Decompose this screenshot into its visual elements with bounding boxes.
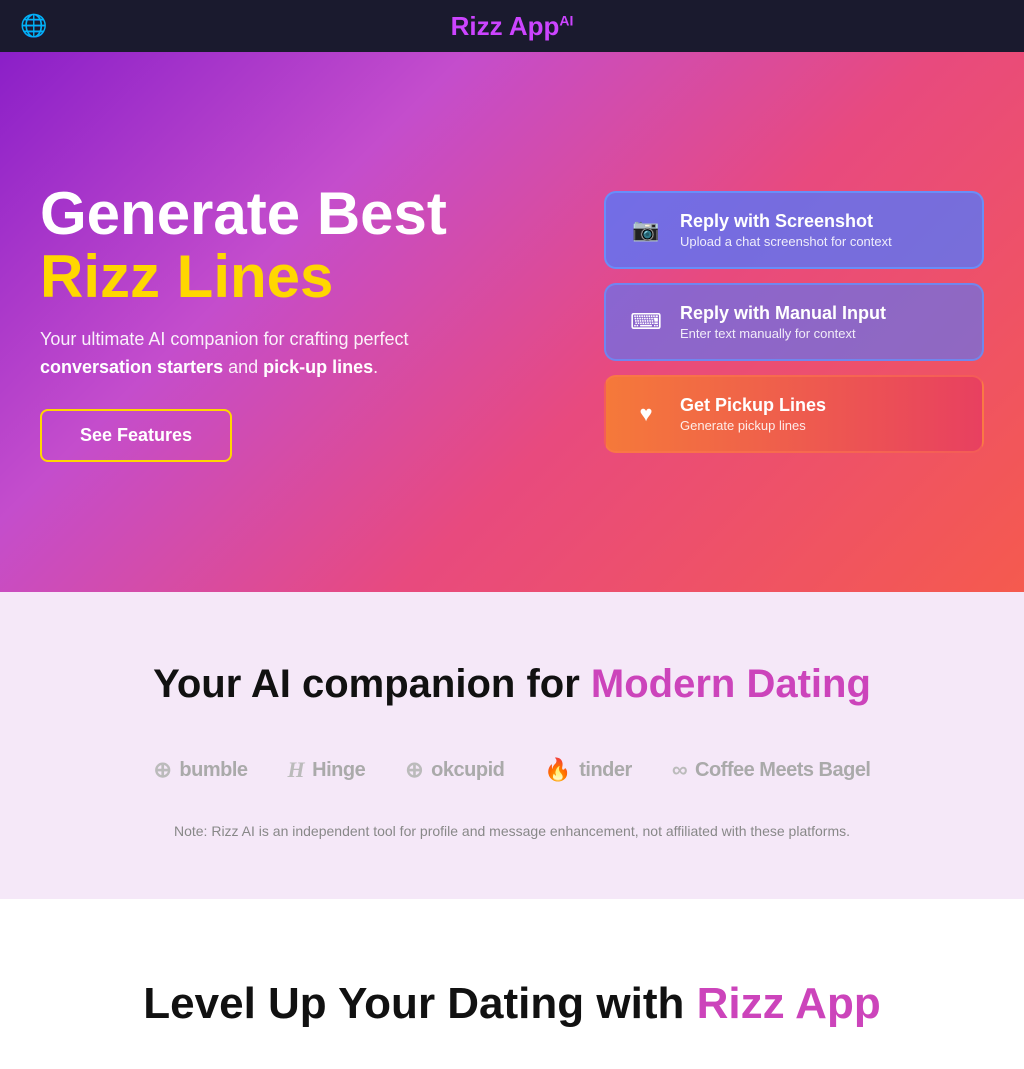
reply-screenshot-button[interactable]: 📷 Reply with Screenshot Upload a chat sc… [604, 191, 984, 269]
hero-desc-suffix: . [373, 357, 378, 377]
hinge-icon: H [288, 757, 305, 783]
hero-description: Your ultimate AI companion for crafting … [40, 326, 420, 382]
hero-desc-bold2: pick-up lines [263, 357, 373, 377]
manual-card-subtitle: Enter text manually for context [680, 326, 886, 341]
modern-dating-title-plain: Your AI companion for [153, 662, 591, 706]
title-rizz: Rizz App [451, 11, 560, 41]
cmb-label: Coffee Meets Bagel [695, 759, 871, 782]
hero-desc-bold1: conversation starters [40, 357, 223, 377]
hinge-label: Hinge [312, 759, 365, 782]
hero-section: Generate Best Rizz Lines Your ultimate A… [0, 52, 1024, 592]
level-up-colored: Rizz App [697, 979, 881, 1028]
hero-heading-line2: Best [317, 180, 447, 247]
hero-right: 📷 Reply with Screenshot Upload a chat sc… [604, 191, 984, 453]
level-up-title: Level Up Your Dating with Rizz App [40, 979, 984, 1029]
hero-desc-and: and [223, 357, 263, 377]
level-up-section: Level Up Your Dating with Rizz App [0, 899, 1024, 1069]
bumble-icon: ⊕ [153, 757, 171, 783]
navbar: 🌐 Rizz AppAI [0, 0, 1024, 52]
hero-left: Generate Best Rizz Lines Your ultimate A… [40, 182, 604, 463]
platform-hinge: H Hinge [288, 757, 366, 783]
manual-card-title: Reply with Manual Input [680, 303, 886, 324]
screenshot-card-title: Reply with Screenshot [680, 211, 892, 232]
pickup-card-text: Get Pickup Lines Generate pickup lines [680, 395, 826, 433]
platform-tinder: 🔥 tinder [544, 757, 631, 783]
modern-dating-title-colored: Modern Dating [591, 662, 871, 706]
title-ai-sup: AI [559, 12, 573, 28]
modern-dating-title: Your AI companion for Modern Dating [40, 662, 984, 707]
see-features-button[interactable]: See Features [40, 409, 232, 462]
platform-note: Note: Rizz AI is an independent tool for… [172, 823, 852, 839]
cmb-icon: ∞ [672, 757, 687, 783]
pickup-card-title: Get Pickup Lines [680, 395, 826, 416]
platform-bumble: ⊕ bumble [153, 757, 247, 783]
platform-cmb: ∞ Coffee Meets Bagel [672, 757, 871, 783]
okcupid-icon: ⊕ [405, 757, 423, 783]
bumble-label: bumble [179, 759, 247, 782]
get-pickup-lines-button[interactable]: ♥ Get Pickup Lines Generate pickup lines [604, 375, 984, 453]
modern-dating-section: Your AI companion for Modern Dating ⊕ bu… [0, 592, 1024, 899]
pickup-icon: ♥ [628, 401, 664, 427]
manual-card-text: Reply with Manual Input Enter text manua… [680, 303, 886, 341]
screenshot-card-subtitle: Upload a chat screenshot for context [680, 234, 892, 249]
platform-okcupid: ⊕ okcupid [405, 757, 504, 783]
hero-heading-rizzlines: Rizz Lines [40, 245, 584, 308]
level-up-plain: Level Up Your Dating with [143, 979, 696, 1028]
hero-heading-line1: Generate [40, 180, 300, 247]
screenshot-card-text: Reply with Screenshot Upload a chat scre… [680, 211, 892, 249]
screenshot-icon: 📷 [628, 217, 664, 243]
hero-heading: Generate Best Rizz Lines [40, 182, 584, 308]
hero-desc-prefix: Your ultimate AI companion for crafting … [40, 329, 409, 349]
manual-icon: ⌨ [628, 309, 664, 335]
okcupid-label: okcupid [431, 759, 504, 782]
globe-icon[interactable]: 🌐 [20, 13, 47, 39]
tinder-icon: 🔥 [544, 757, 571, 783]
reply-manual-button[interactable]: ⌨ Reply with Manual Input Enter text man… [604, 283, 984, 361]
pickup-card-subtitle: Generate pickup lines [680, 418, 826, 433]
platforms-list: ⊕ bumble H Hinge ⊕ okcupid 🔥 tinder ∞ Co… [40, 757, 984, 783]
tinder-label: tinder [579, 759, 632, 782]
site-title: Rizz AppAI [451, 11, 574, 42]
